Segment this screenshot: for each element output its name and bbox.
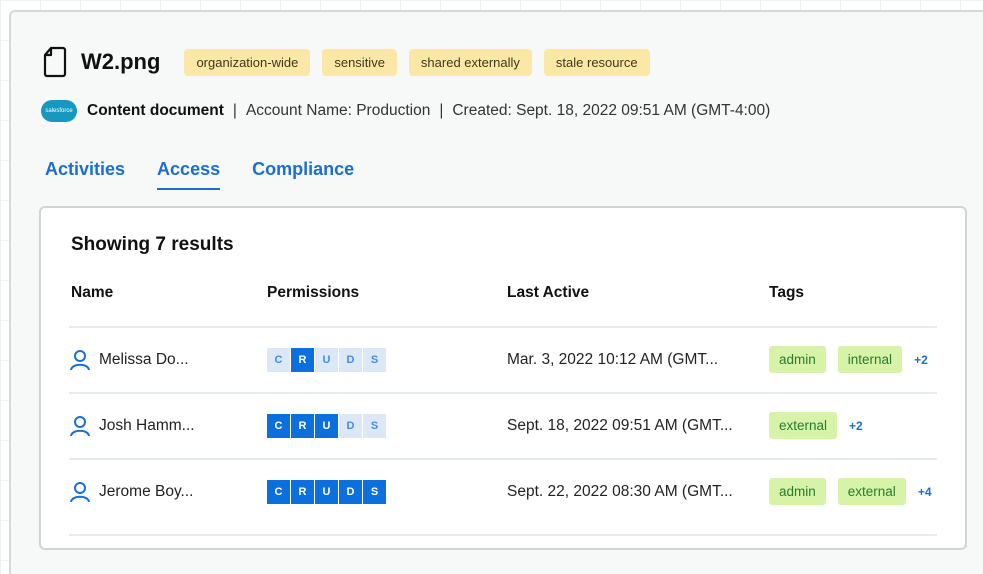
separator: | [232,102,237,119]
permission-update: U [315,413,338,438]
permission-create: C [267,347,290,372]
permissions-cell: C R U D S [267,460,387,523]
column-header-name: Name [71,284,114,301]
permission-delete: D [339,347,362,372]
permission-read: R [291,347,314,372]
file-tag[interactable]: shared externally [408,48,532,76]
user-cell: Josh Hamm... [69,394,195,457]
file-tag[interactable]: stale resource [543,48,650,76]
permission-delete: D [339,479,362,504]
row-tag[interactable]: admin [769,346,826,373]
permission-share: S [363,479,386,504]
last-active: Sept. 22, 2022 08:30 AM (GMT... [507,482,733,500]
row-tag[interactable]: external [837,478,906,505]
permission-read: R [291,479,314,504]
file-tag[interactable]: organization-wide [184,48,311,76]
tab-activities[interactable]: Activities [45,159,125,190]
tab-compliance[interactable]: Compliance [252,159,354,190]
file-meta: salesforce Content document | Account Na… [41,100,770,122]
permission-create: C [267,413,290,438]
user-icon [70,481,90,502]
tags-cell: external +2 [769,394,863,457]
tags-cell: admin internal +2 [769,328,928,391]
column-header-permissions: Permissions [267,284,360,301]
permissions-cell: C R U D S [267,328,387,391]
user-name[interactable]: Josh Hamm... [99,417,195,435]
file-name: W2.png [81,49,161,74]
table-row[interactable]: Jerome Boy... C R U D S Sept. 22, 2022 0… [69,458,937,523]
user-icon [70,349,90,370]
file-tag[interactable]: sensitive [322,48,397,76]
resource-panel: W2.png organization-wide sensitive share… [9,10,983,574]
more-tags-link[interactable]: +2 [849,419,863,433]
column-header-last-active: Last Active [507,284,590,301]
row-tag[interactable]: admin [769,478,826,505]
last-active: Mar. 3, 2022 10:12 AM (GMT... [507,350,719,368]
permission-update: U [315,347,338,372]
more-tags-link[interactable]: +2 [914,353,928,367]
table-bottom-divider [69,534,937,536]
results-count: Showing 7 results [71,234,234,255]
separator: | [439,102,444,119]
permission-share: S [363,413,386,438]
permission-update: U [315,479,338,504]
user-name[interactable]: Jerome Boy... [99,483,193,501]
row-tag[interactable]: external [769,412,838,439]
access-table-card: Showing 7 results Name Permissions Last … [39,206,967,550]
permission-read: R [291,413,314,438]
user-cell: Melissa Do... [69,328,189,391]
salesforce-logo: salesforce [41,100,77,122]
permissions-cell: C R U D S [267,394,387,457]
created-date: Created: Sept. 18, 2022 09:51 AM (GMT-4:… [452,102,771,119]
permission-share: S [363,347,386,372]
row-tag[interactable]: internal [837,346,903,373]
column-header-tags: Tags [769,284,805,301]
tab-access[interactable]: Access [157,159,221,190]
permission-create: C [267,479,290,504]
user-cell: Jerome Boy... [69,460,193,523]
file-header: W2.png organization-wide sensitive share… [43,46,662,78]
logo-text: salesforce [45,108,73,114]
user-icon [70,415,90,436]
more-tags-link[interactable]: +4 [918,485,932,499]
permission-delete: D [339,413,362,438]
last-active: Sept. 18, 2022 09:51 AM (GMT... [507,416,733,434]
resource-type: Content document [87,102,224,119]
user-name[interactable]: Melissa Do... [99,351,189,369]
account-name: Account Name: Production [245,102,431,119]
table-row[interactable]: Melissa Do... C R U D S Mar. 3, 2022 10:… [69,326,937,391]
tags-cell: admin external +4 [769,460,932,523]
tab-bar: Activities Access Compliance [45,159,386,190]
table-row[interactable]: Josh Hamm... C R U D S Sept. 18, 2022 09… [69,392,937,457]
document-icon [43,46,67,78]
